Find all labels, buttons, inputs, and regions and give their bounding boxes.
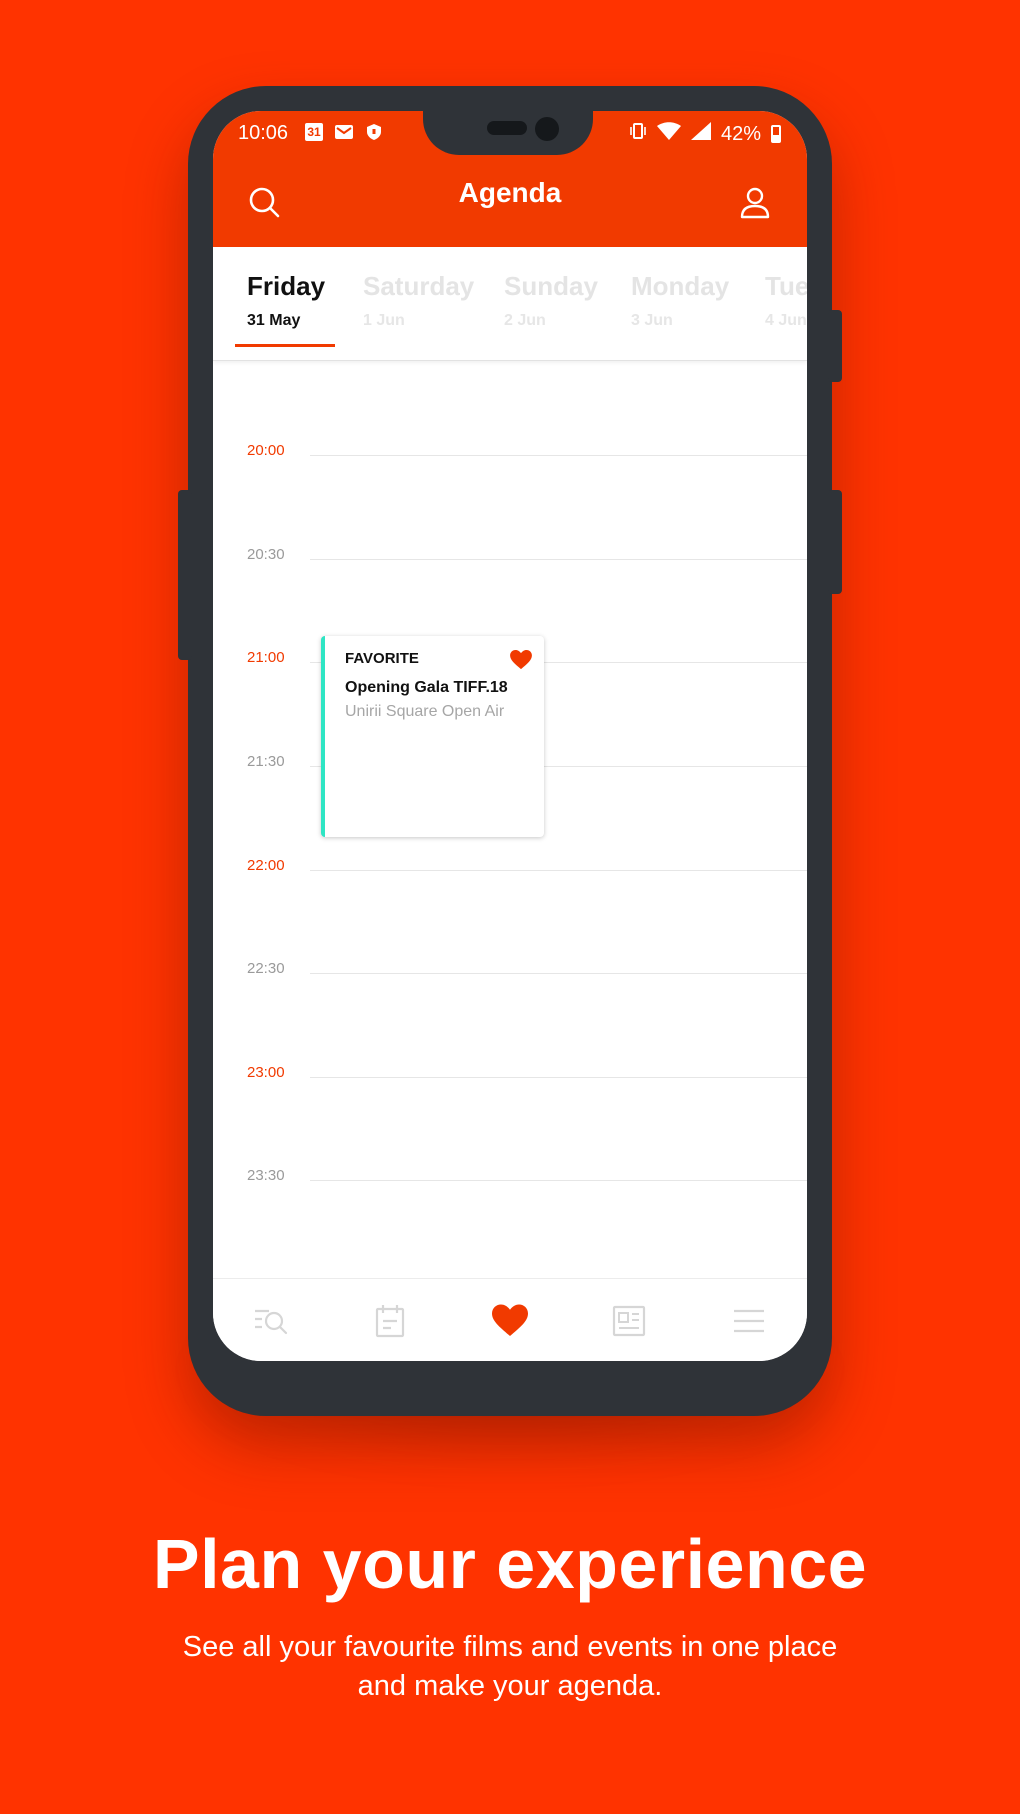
phone-screen: 10:06 31 42% Agenda Friday 31 May Saturd…: [213, 111, 807, 1361]
calendar-notification-icon: 31: [305, 123, 323, 141]
notification-icons: 31: [305, 123, 383, 141]
day-tabs: Friday 31 May Saturday 1 Jun Sunday 2 Ju…: [213, 247, 807, 361]
time-divider: [310, 455, 807, 456]
page-title: Agenda: [458, 177, 562, 208]
promo-headline: Plan your experience: [152, 1525, 868, 1603]
tab-day-label: Saturday: [363, 271, 475, 301]
alert-slider: [828, 310, 842, 382]
time-divider: [310, 1180, 807, 1181]
wifi-icon: [656, 122, 681, 146]
app-header: Agenda: [213, 155, 807, 247]
search-list-icon[interactable]: [253, 1303, 289, 1339]
tab-day-label: Sunday: [504, 271, 598, 301]
tab-date-label: 2 Jun: [504, 312, 546, 329]
tab-date-label: 31 May: [247, 312, 301, 329]
active-tab-indicator: [235, 344, 335, 347]
speaker-grille: [487, 121, 527, 135]
battery-icon: [771, 125, 781, 143]
status-bar: 10:06 31 42%: [213, 111, 807, 155]
tab-date-label: 4 Jun: [765, 312, 807, 329]
shield-icon: [365, 123, 383, 141]
tab-day-label: Friday: [247, 271, 326, 301]
event-card[interactable]: FAVORITE Opening Gala TIFF.18 Unirii Squ…: [321, 636, 544, 837]
menu-icon[interactable]: [731, 1303, 767, 1339]
time-slot: 23:00: [213, 1064, 807, 1094]
time-slot: 22:00: [213, 857, 807, 887]
time-label: 22:30: [247, 960, 285, 977]
time-label: 20:30: [247, 546, 285, 563]
time-slot: 20:00: [213, 442, 807, 472]
camera-notch: [423, 111, 593, 155]
time-label: 21:30: [247, 753, 285, 770]
time-slot: 23:30: [213, 1167, 807, 1197]
heart-icon[interactable]: [510, 650, 532, 670]
system-icons: 42%: [629, 122, 781, 146]
tab-tuesday[interactable]: Tue 4 Jun: [765, 271, 807, 330]
status-time: 10:06: [238, 122, 289, 144]
tab-saturday[interactable]: Saturday 1 Jun: [363, 271, 474, 330]
battery-percent: 42%: [720, 122, 761, 145]
time-label: 23:30: [247, 1167, 285, 1184]
time-label: 23:00: [247, 1064, 285, 1081]
event-title: Opening Gala TIFF.18: [345, 679, 508, 696]
time-divider: [310, 559, 807, 560]
news-icon[interactable]: [611, 1303, 647, 1339]
tab-date-label: 1 Jun: [363, 312, 405, 329]
event-venue: Unirii Square Open Air: [345, 703, 505, 720]
tab-friday[interactable]: Friday 31 May: [247, 271, 325, 330]
vibrate-icon: [629, 122, 647, 146]
bottom-navigation: [213, 1278, 807, 1361]
time-slot: 22:30: [213, 960, 807, 990]
time-label: 20:00: [247, 442, 285, 459]
profile-icon[interactable]: [737, 185, 773, 221]
time-label: 21:00: [247, 649, 285, 666]
time-divider: [310, 870, 807, 871]
volume-button: [178, 490, 192, 660]
time-divider: [310, 973, 807, 974]
tab-day-label: Monday: [631, 271, 730, 301]
heart-icon[interactable]: [492, 1303, 528, 1339]
phone-frame: 10:06 31 42% Agenda Friday 31 May Saturd…: [178, 86, 842, 1416]
tab-sunday[interactable]: Sunday 2 Jun: [504, 271, 598, 330]
power-button: [828, 490, 842, 594]
gmail-icon: [335, 123, 353, 141]
cell-signal-icon: [690, 122, 711, 146]
time-slot: 20:30: [213, 546, 807, 576]
time-label: 22:00: [247, 857, 285, 874]
time-divider: [310, 1077, 807, 1078]
promo-description: See all your favourite films and events …: [182, 1631, 838, 1702]
tab-day-label: Tue: [765, 271, 807, 301]
tab-monday[interactable]: Monday 3 Jun: [631, 271, 729, 330]
calendar-icon[interactable]: [372, 1303, 408, 1339]
tab-date-label: 3 Jun: [631, 312, 673, 329]
front-camera: [535, 117, 559, 141]
